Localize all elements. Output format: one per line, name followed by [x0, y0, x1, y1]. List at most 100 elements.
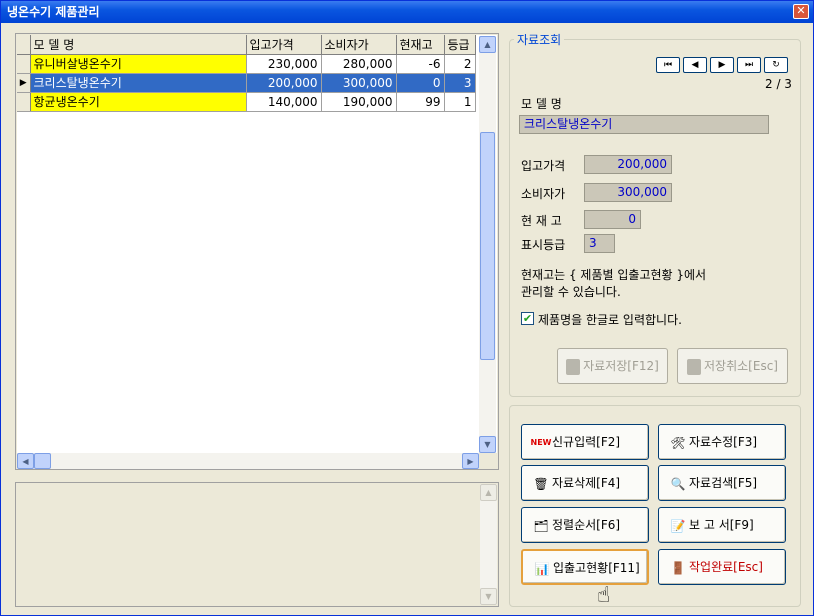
report-label: 보 고 서[F9] [689, 518, 754, 532]
cell-in-price[interactable]: 140,000 [246, 92, 322, 112]
title-bar: 냉온수기 제품관리 ✕ [1, 1, 813, 23]
row-indicator [17, 92, 31, 112]
retail-label: 소비자가 [521, 187, 566, 201]
model-field[interactable]: 크리스탈냉온수기 [519, 115, 769, 134]
grade-label: 표시등급 [521, 238, 566, 252]
window-title: 냉온수기 제품관리 [7, 5, 100, 19]
stock-label: 현 재 고 [521, 214, 562, 228]
cell-stock[interactable]: 0 [396, 73, 445, 93]
product-table: 모 델 명 입고가격 소비자가 현재고 등급 유니버살냉온수기 230,000 … [17, 35, 476, 112]
search-record-label: 자료검색[F5] [689, 476, 758, 490]
record-position: 2 / 3 [765, 77, 792, 91]
new-badge: NEW [530, 437, 552, 447]
exit-door-icon: 🚪 [670, 560, 686, 575]
grid-horizontal-scrollbar[interactable]: ◀ ▶ [17, 453, 479, 469]
retail-field[interactable]: 300,000 [584, 183, 672, 202]
table-row[interactable]: 유니버살냉온수기 230,000 280,000 -6 2 [17, 54, 476, 74]
column-header-in-price[interactable]: 입고가격 [246, 35, 322, 55]
delete-record-button[interactable]: 🗑 자료삭제[F4] [521, 465, 649, 501]
sort-order-button[interactable]: 🗂 정렬순서[F6] [521, 507, 649, 543]
finish-work-button[interactable]: 🚪 작업완료[Esc] [658, 549, 786, 585]
save-icon [566, 358, 581, 375]
prev-record-icon[interactable]: ◀ [683, 57, 707, 73]
grid-vscroll-thumb[interactable] [480, 132, 495, 360]
column-header-model[interactable]: 모 델 명 [30, 35, 247, 55]
cell-model[interactable]: 크리스탈냉온수기 [30, 73, 247, 93]
row-indicator-current: ▶ [17, 73, 31, 93]
stock-note-line2: 관리할 수 있습니다. [521, 285, 621, 299]
table-header-row: 모 델 명 입고가격 소비자가 현재고 등급 [17, 35, 476, 55]
scroll-down-icon[interactable]: ▼ [479, 436, 496, 453]
cancel-save-icon [687, 358, 702, 375]
model-label: 모 델 명 [521, 97, 562, 111]
scroll-left-icon[interactable]: ◀ [17, 453, 34, 469]
inout-status-label: 입출고현황[F11] [553, 561, 640, 575]
scroll-up-icon[interactable]: ▲ [480, 484, 497, 501]
table-row-selected[interactable]: ▶ 크리스탈냉온수기 200,000 300,000 0 3 [17, 73, 476, 93]
header-indicator [17, 35, 31, 55]
stock-field[interactable]: 0 [584, 210, 641, 229]
search-doc-icon: 🔍 [670, 476, 686, 491]
bar-chart-icon: 📊 [534, 561, 550, 576]
edit-record-label: 자료수정[F3] [689, 435, 758, 449]
delete-record-label: 자료삭제[F4] [552, 476, 621, 490]
last-record-icon[interactable]: ⏭ [737, 57, 761, 73]
save-button[interactable]: 자료저장[F12] [557, 348, 668, 384]
scroll-down-icon[interactable]: ▼ [480, 588, 497, 605]
cell-stock[interactable]: -6 [396, 54, 445, 74]
cell-retail[interactable]: 300,000 [321, 73, 397, 93]
new-user-icon: NEW [530, 426, 552, 460]
cell-stock[interactable]: 99 [396, 92, 445, 112]
search-record-button[interactable]: 🔍 자료검색[F5] [658, 465, 786, 501]
report-icon: 📝 [670, 518, 686, 533]
refresh-icon[interactable]: ↻ [764, 57, 788, 73]
first-record-icon[interactable]: ⏮ [656, 57, 680, 73]
cell-retail[interactable]: 280,000 [321, 54, 397, 74]
hand-cursor-icon: ☝ [597, 583, 611, 608]
grid-vertical-scrollbar[interactable]: ▲ ▼ [479, 36, 496, 453]
row-indicator [17, 54, 31, 74]
cell-grade[interactable]: 3 [444, 73, 476, 93]
edit-record-button[interactable]: 🛠 자료수정[F3] [658, 424, 786, 460]
stock-note-line1: 현재고는 { 제품별 입출고현황 }에서 [521, 268, 707, 282]
delete-doc-icon: 🗑 [533, 476, 549, 491]
main-window: 냉온수기 제품관리 ✕ 모 델 명 입고가격 소비자가 현재고 등급 유니버살냉… [0, 0, 814, 616]
memo-vertical-scrollbar[interactable]: ▲ ▼ [480, 484, 497, 605]
column-header-grade[interactable]: 등급 [444, 35, 476, 55]
cell-in-price[interactable]: 200,000 [246, 73, 322, 93]
scroll-up-icon[interactable]: ▲ [479, 36, 496, 53]
cell-in-price[interactable]: 230,000 [246, 54, 322, 74]
grid-body: 모 델 명 입고가격 소비자가 현재고 등급 유니버살냉온수기 230,000 … [17, 35, 497, 453]
grade-field[interactable]: 3 [584, 234, 615, 253]
in-price-label: 입고가격 [521, 159, 566, 173]
korean-input-label[interactable]: 제품명을 한글로 입력합니다. [538, 311, 682, 328]
in-price-field[interactable]: 200,000 [584, 155, 672, 174]
memo-area[interactable]: ▲ ▼ [15, 482, 499, 607]
detail-group-title: 자료조회 [514, 31, 565, 48]
table-row[interactable]: 항균냉온수기 140,000 190,000 99 1 [17, 92, 476, 112]
column-header-retail[interactable]: 소비자가 [321, 35, 397, 55]
cancel-save-label: 저장취소[Esc] [704, 359, 778, 373]
cell-grade[interactable]: 2 [444, 54, 476, 74]
new-entry-label: 신규입력[F2] [552, 435, 621, 449]
grid-hscroll-thumb[interactable] [34, 453, 51, 469]
product-grid: 모 델 명 입고가격 소비자가 현재고 등급 유니버살냉온수기 230,000 … [15, 33, 499, 470]
new-entry-button[interactable]: NEW신규입력[F2] [521, 424, 649, 460]
inout-status-button[interactable]: 📊 입출고현황[F11] [521, 549, 649, 585]
cell-model[interactable]: 유니버살냉온수기 [30, 54, 247, 74]
cell-retail[interactable]: 190,000 [321, 92, 397, 112]
korean-input-checkbox[interactable]: ✔ [521, 312, 534, 325]
column-header-stock[interactable]: 현재고 [396, 35, 445, 55]
scroll-right-icon[interactable]: ▶ [462, 453, 479, 469]
next-record-icon[interactable]: ▶ [710, 57, 734, 73]
sort-order-label: 정렬순서[F6] [552, 518, 621, 532]
save-label: 자료저장[F12] [583, 359, 659, 373]
finish-work-label: 작업완료[Esc] [689, 560, 763, 574]
close-icon[interactable]: ✕ [793, 4, 809, 19]
report-button[interactable]: 📝 보 고 서[F9] [658, 507, 786, 543]
cell-model[interactable]: 항균냉온수기 [30, 92, 247, 112]
sort-icon: 🗂 [533, 518, 549, 533]
cancel-save-button[interactable]: 저장취소[Esc] [677, 348, 788, 384]
tools-icon: 🛠 [670, 435, 686, 450]
cell-grade[interactable]: 1 [444, 92, 476, 112]
